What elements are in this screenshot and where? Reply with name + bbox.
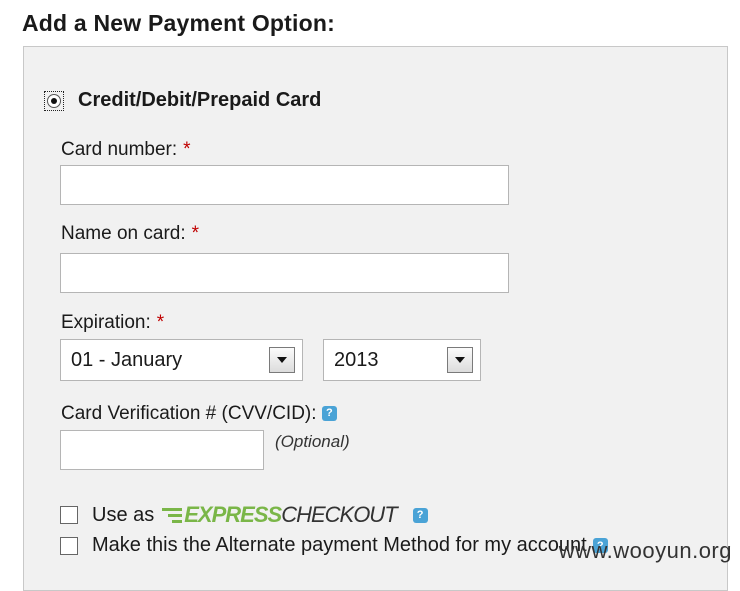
card-number-label: Card number: * — [61, 139, 191, 161]
watermark: www.wooyun.org — [558, 538, 732, 563]
express-logo-express: EXPRESS — [184, 502, 282, 527]
card-number-input[interactable] — [60, 165, 509, 205]
required-marker: * — [156, 312, 165, 333]
card-number-label-text: Card number: — [61, 139, 178, 160]
dropdown-arrow-icon[interactable] — [447, 347, 473, 373]
cvv-label-text: Card Verification # (CVV/CID): — [61, 403, 317, 424]
help-icon[interactable]: ? — [412, 507, 428, 523]
express-checkout-logo: EXPRESS CHECKOUT — [162, 502, 398, 528]
express-logo-checkout: CHECKOUT — [281, 502, 397, 527]
express-checkout-prefix: Use as — [92, 503, 155, 526]
alternate-payment-checkbox[interactable] — [60, 536, 78, 555]
expiration-label-text: Expiration: — [61, 312, 151, 333]
alternate-payment-label: Make this the Alternate payment Method f… — [92, 534, 587, 556]
expiration-label: Expiration: * — [61, 312, 164, 334]
name-on-card-input[interactable] — [60, 253, 509, 293]
page-title: Add a New Payment Option: — [22, 10, 335, 36]
name-on-card-label: Name on card: * — [61, 223, 199, 245]
expiration-year-select[interactable]: 2013 — [323, 339, 481, 381]
expiration-month-value: 01 - January — [71, 348, 183, 371]
payment-type-radio[interactable] — [47, 93, 61, 108]
required-marker: * — [183, 139, 191, 160]
cvv-optional-note: (Optional) — [275, 432, 350, 451]
help-icon[interactable]: ? — [321, 405, 337, 421]
expiration-month-select[interactable]: 01 - January — [60, 339, 303, 381]
expiration-year-value: 2013 — [334, 348, 379, 371]
radio-focus-outline — [44, 90, 64, 111]
cvv-input[interactable] — [60, 430, 264, 470]
payment-type-option[interactable]: Credit/Debit/Prepaid Card — [44, 89, 321, 112]
express-checkout-option: Use as EXPRESS CHECKOUT ? — [60, 502, 428, 528]
name-on-card-label-text: Name on card: — [61, 223, 186, 244]
dropdown-arrow-icon[interactable] — [269, 347, 295, 373]
payment-form-panel: Credit/Debit/Prepaid Card Card number: * … — [23, 46, 728, 591]
cvv-label: Card Verification # (CVV/CID): ? — [61, 403, 337, 425]
radio-selected-dot — [51, 97, 57, 104]
express-checkout-checkbox[interactable] — [60, 506, 78, 524]
required-marker: * — [191, 223, 200, 244]
payment-type-label: Credit/Debit/Prepaid Card — [78, 89, 322, 111]
express-logo-lines — [162, 505, 183, 526]
alternate-payment-option: Make this the Alternate payment Method f… — [60, 534, 608, 557]
